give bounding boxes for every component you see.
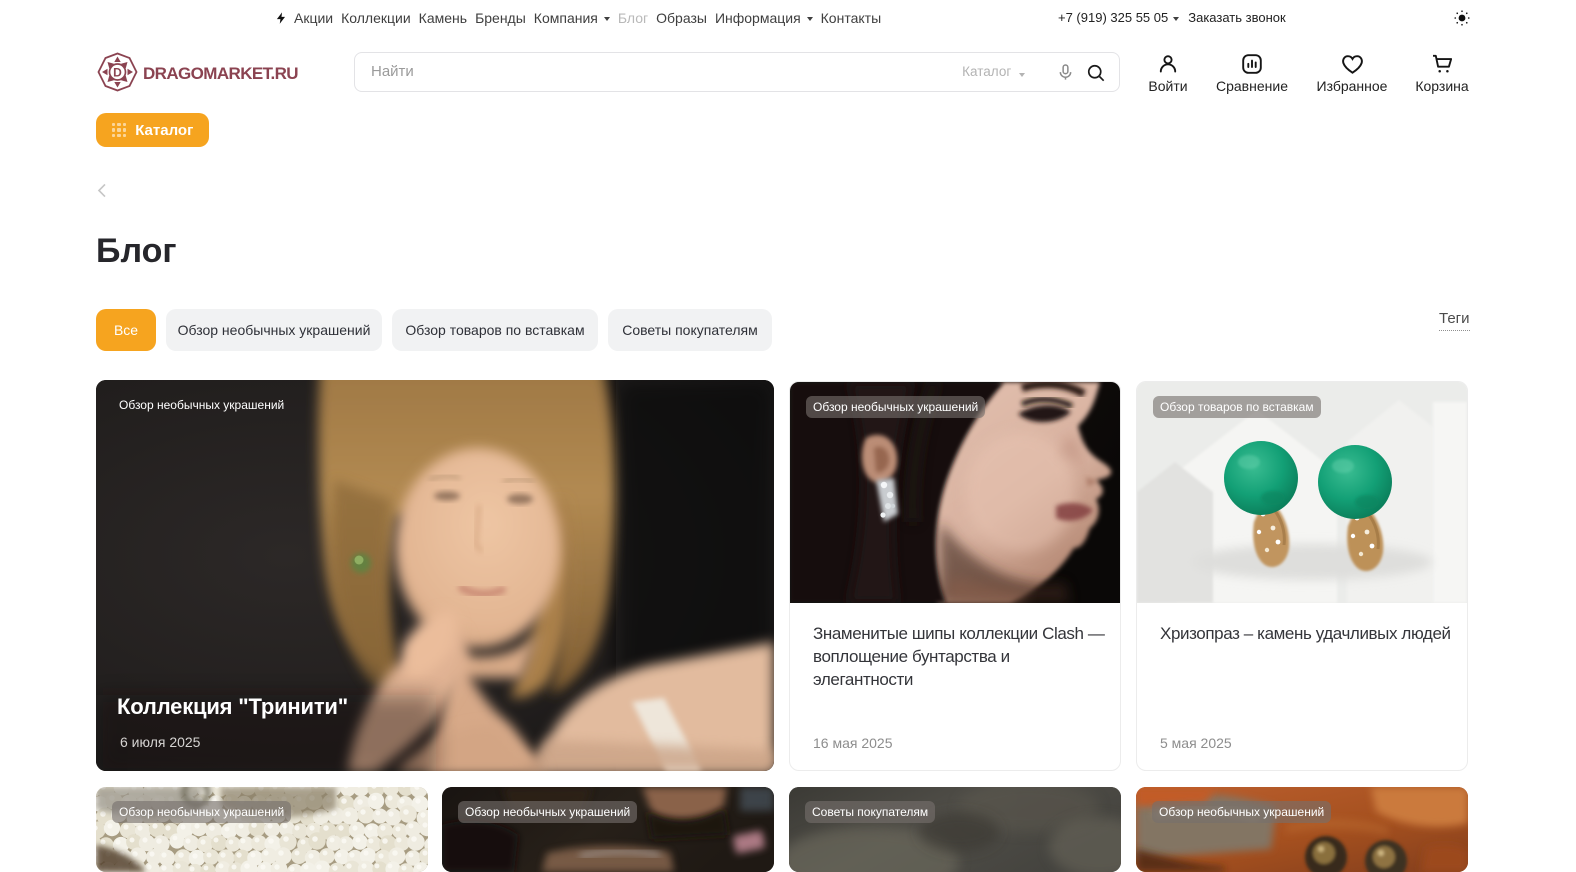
svg-text:D: D: [113, 66, 122, 80]
